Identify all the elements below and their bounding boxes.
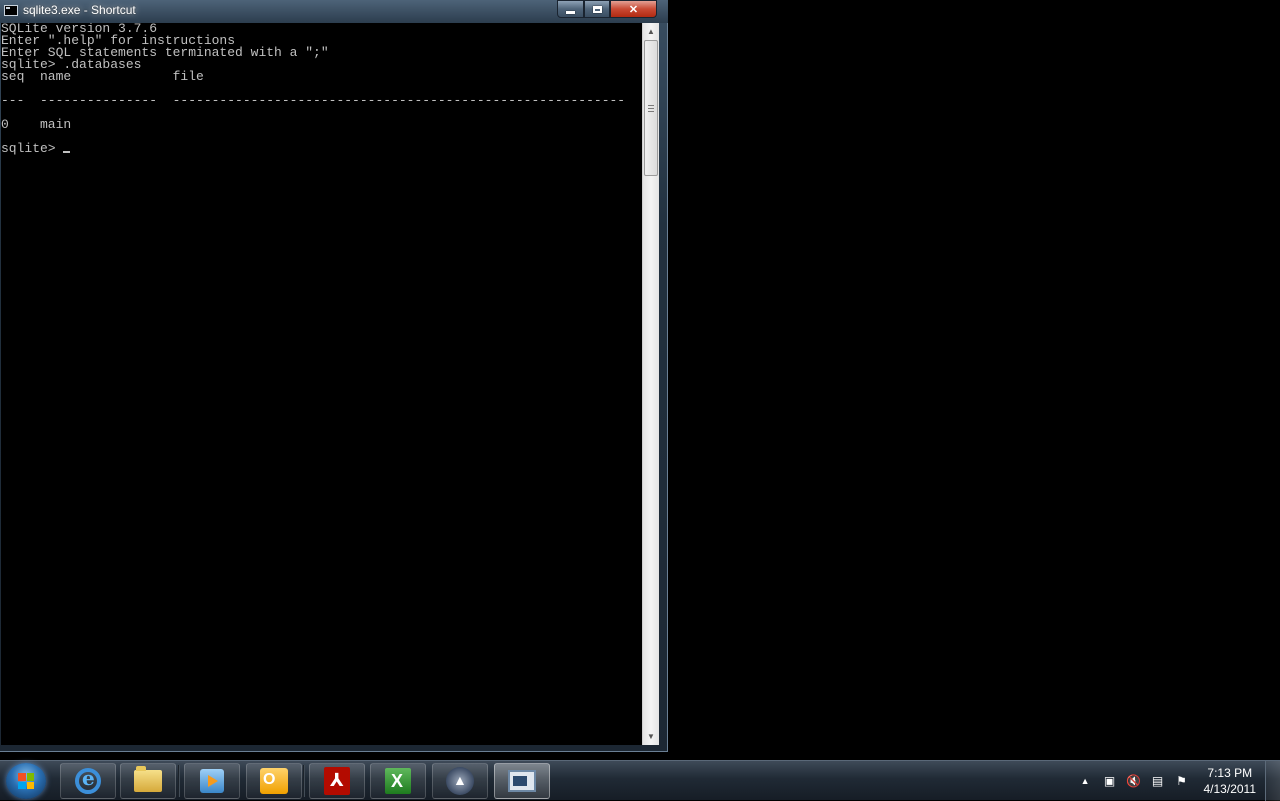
maximize-button[interactable] xyxy=(584,0,610,18)
action-center-icon[interactable]: ⚑ xyxy=(1174,773,1190,789)
scroll-up-button[interactable]: ▲ xyxy=(643,23,659,40)
windows-logo-icon xyxy=(18,773,34,789)
scroll-thumb[interactable] xyxy=(644,40,658,176)
console-line: --- --------------- --------------------… xyxy=(1,93,626,108)
taskbar-item-outlook[interactable] xyxy=(246,763,302,799)
show-hidden-icons-button[interactable]: ▲ xyxy=(1081,776,1090,786)
console-icon xyxy=(508,770,536,792)
taskbar-separator xyxy=(178,765,180,797)
minimize-icon xyxy=(566,10,575,14)
system-tray: ▲ ▣ 🔇 ▤ ⚑ 7:13 PM 4/13/2011 xyxy=(1081,761,1256,801)
taskbar-item-adobe-reader[interactable] xyxy=(309,763,365,799)
console-line: seq name file xyxy=(1,69,204,84)
taskbar-item-app[interactable] xyxy=(432,763,488,799)
excel-icon xyxy=(385,768,411,794)
taskbar-item-media-player[interactable] xyxy=(184,763,240,799)
media-player-icon xyxy=(200,769,224,793)
clock-time: 7:13 PM xyxy=(1207,766,1253,780)
window-title: sqlite3.exe - Shortcut xyxy=(23,3,136,17)
taskbar-item-excel[interactable] xyxy=(370,763,426,799)
taskbar-item-windows-explorer[interactable] xyxy=(120,763,176,799)
scroll-down-button[interactable]: ▼ xyxy=(643,728,659,745)
clock[interactable]: 7:13 PM 4/13/2011 xyxy=(1204,765,1257,797)
clock-date: 4/13/2011 xyxy=(1203,782,1257,796)
taskbar-item-sqlite-console[interactable] xyxy=(494,763,550,799)
caption-buttons: ✕ xyxy=(557,0,657,19)
taskbar: ▲ ▣ 🔇 ▤ ⚑ 7:13 PM 4/13/2011 xyxy=(0,760,1280,801)
console-line: 0 main xyxy=(1,117,72,132)
minimize-button[interactable] xyxy=(557,0,584,18)
show-desktop-button[interactable] xyxy=(1265,761,1280,801)
outlook-icon xyxy=(260,768,288,794)
taskbar-item-internet-explorer[interactable] xyxy=(60,763,116,799)
prompt-text: sqlite> xyxy=(1,141,64,156)
device-icon[interactable]: ▣ xyxy=(1102,773,1118,789)
console-window: sqlite3.exe - Shortcut ✕ SQLite version … xyxy=(0,0,668,752)
app-icon xyxy=(446,767,474,795)
network-icon[interactable]: ▤ xyxy=(1150,773,1166,789)
pdf-icon xyxy=(324,767,350,795)
maximize-icon xyxy=(592,5,602,13)
folder-icon xyxy=(134,766,162,792)
console-window-icon[interactable] xyxy=(4,5,18,16)
start-button[interactable] xyxy=(6,763,46,799)
grip-icon xyxy=(648,105,654,112)
close-button[interactable]: ✕ xyxy=(610,0,657,18)
console-output[interactable]: SQLite version 3.7.6 Enter ".help" for in… xyxy=(1,23,642,745)
vertical-scrollbar[interactable]: ▲ ▼ xyxy=(642,23,659,745)
text-cursor xyxy=(63,151,71,153)
ie-icon xyxy=(75,766,101,794)
prompt-line[interactable]: sqlite> xyxy=(1,141,642,156)
taskbar-separator xyxy=(303,765,305,797)
volume-muted-icon[interactable]: 🔇 xyxy=(1126,773,1142,789)
close-icon: ✕ xyxy=(628,3,639,16)
